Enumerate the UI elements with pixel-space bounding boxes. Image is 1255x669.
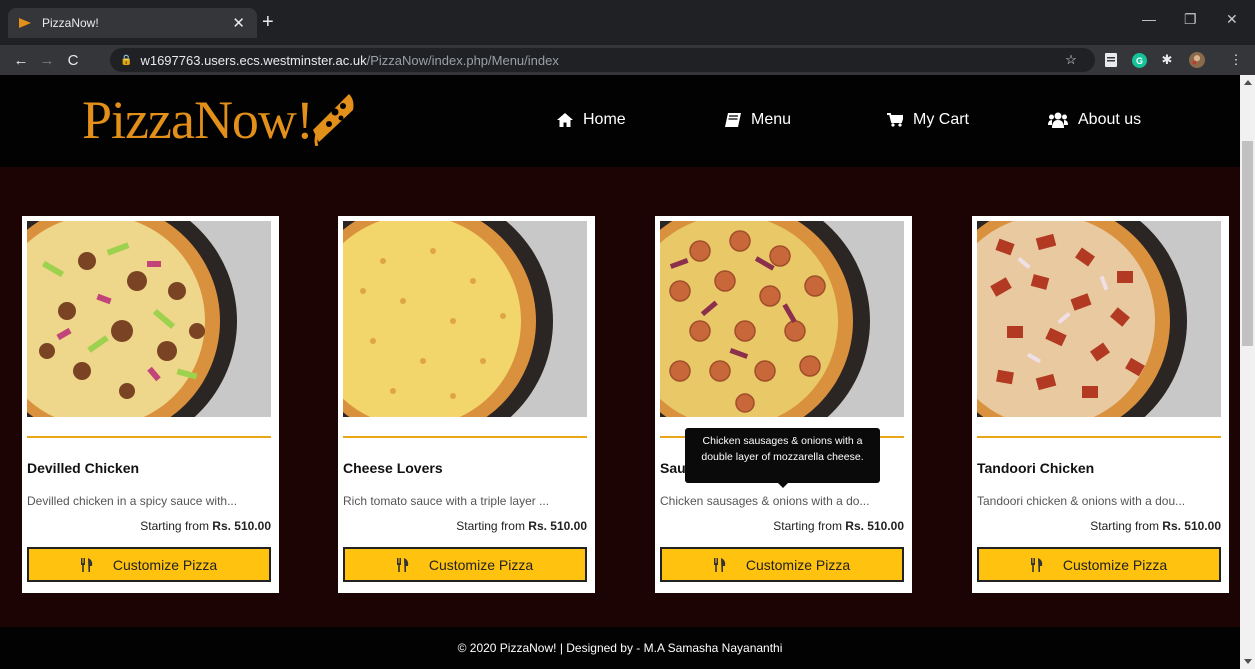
pizza-description: Rich tomato sauce with a triple layer ..… [343, 494, 550, 508]
price-value: Rs. 510.00 [528, 519, 587, 533]
cart-icon [887, 113, 903, 127]
nav-about[interactable]: About us [1048, 111, 1141, 129]
pizza-name: Tandoori Chicken [977, 460, 1095, 476]
close-tab-icon[interactable]: ✕ [232, 14, 245, 32]
cutlery-icon [396, 557, 409, 572]
nav-cart[interactable]: My Cart [887, 111, 969, 129]
cutlery-icon [1030, 557, 1043, 572]
tab-title: PizzaNow! [42, 16, 99, 30]
svg-text:G: G [1135, 56, 1142, 66]
address-bar[interactable]: 🔒 w1697763.users.ecs.westminster.ac.uk/P… [110, 48, 1095, 72]
site-footer: © 2020 PizzaNow! | Designed by - M.A Sam… [0, 627, 1240, 669]
cutlery-icon [80, 557, 93, 572]
tooltip-arrow [778, 483, 788, 488]
pizza-name: Cheese Lovers [343, 460, 443, 476]
users-icon [1048, 112, 1068, 128]
site-logo[interactable]: PizzaNow! [82, 90, 355, 150]
pizza-slice-logo-icon [312, 94, 354, 146]
pizza-price: Starting from Rs. 510.00 [773, 519, 904, 533]
pizza-photo [977, 221, 1221, 417]
minimize-icon[interactable]: — [1142, 11, 1156, 27]
nav-home[interactable]: Home [557, 111, 626, 129]
price-prefix: Starting from [1090, 519, 1163, 533]
cutlery-icon [713, 557, 726, 572]
scroll-up-icon[interactable] [1244, 80, 1252, 85]
pizza-price: Starting from Rs. 510.00 [456, 519, 587, 533]
lock-icon: 🔒 [120, 54, 133, 66]
description-tooltip: Chicken sausages & onions with a double … [685, 428, 880, 483]
nav-menu-label: Menu [751, 111, 792, 128]
profile-avatar-icon[interactable] [1189, 52, 1205, 68]
book-icon [725, 113, 741, 127]
site-header: PizzaNow! Home Menu My Cart About us [0, 75, 1240, 167]
scroll-down-icon[interactable] [1244, 659, 1252, 664]
grammarly-extension-icon[interactable]: G [1131, 52, 1147, 68]
nav-menu[interactable]: Menu [725, 111, 791, 129]
menu-card: Tandoori Chicken Tandoori chicken & onio… [972, 216, 1229, 593]
customize-pizza-button[interactable]: Customize Pizza [660, 547, 904, 582]
back-icon[interactable]: ← [8, 52, 34, 69]
price-value: Rs. 510.00 [845, 519, 904, 533]
reload-icon[interactable]: C [60, 52, 86, 69]
browser-tab-strip: PizzaNow! ✕ + — ❐ ✕ [0, 0, 1255, 45]
nav-cart-label: My Cart [913, 111, 969, 128]
pizza-description: Tandoori chicken & onions with a dou... [977, 494, 1186, 508]
page-scrollbar[interactable] [1240, 75, 1255, 669]
close-window-icon[interactable]: ✕ [1226, 11, 1238, 28]
card-divider [977, 436, 1221, 438]
home-icon [557, 113, 573, 127]
price-value: Rs. 510.00 [1162, 519, 1221, 533]
pizza-favicon-icon [19, 18, 31, 28]
menu-section: Devilled Chicken Devilled chicken in a s… [0, 167, 1240, 627]
customize-pizza-label: Customize Pizza [1062, 556, 1168, 573]
customize-pizza-button[interactable]: Customize Pizza [27, 547, 271, 582]
extensions-puzzle-icon[interactable]: ✱ [1159, 52, 1175, 68]
customize-pizza-button[interactable]: Customize Pizza [977, 547, 1221, 582]
card-divider [343, 436, 587, 438]
customize-pizza-label: Customize Pizza [112, 556, 218, 573]
customize-pizza-label: Customize Pizza [745, 556, 851, 573]
nav-about-label: About us [1078, 111, 1142, 128]
logo-text: PizzaNow! [82, 90, 314, 150]
customize-pizza-button[interactable]: Customize Pizza [343, 547, 587, 582]
browser-tab[interactable]: PizzaNow! ✕ [8, 8, 257, 38]
price-value: Rs. 510.00 [212, 519, 271, 533]
pizza-price: Starting from Rs. 510.00 [1090, 519, 1221, 533]
reader-extension-icon[interactable] [1103, 52, 1119, 68]
url-host: w1697763.users.ecs.westminster.ac.uk [140, 52, 367, 68]
pizza-price: Starting from Rs. 510.00 [140, 519, 271, 533]
pizza-photo [343, 221, 587, 417]
nav-home-label: Home [583, 111, 626, 128]
price-prefix: Starting from [140, 519, 213, 533]
scrollbar-thumb[interactable] [1242, 141, 1253, 346]
menu-card: Devilled Chicken Devilled chicken in a s… [22, 216, 279, 593]
restore-icon[interactable]: ❐ [1184, 11, 1197, 28]
menu-card: Sausage Delight Chicken sausages & onion… [655, 216, 912, 593]
price-prefix: Starting from [773, 519, 846, 533]
pizza-photo [660, 221, 904, 417]
browser-menu-icon[interactable]: ⋮ [1228, 52, 1244, 68]
menu-card: Cheese Lovers Rich tomato sauce with a t… [338, 216, 595, 593]
url-path: /PizzaNow/index.php/Menu/index [366, 52, 559, 68]
card-divider [27, 436, 271, 438]
price-prefix: Starting from [456, 519, 529, 533]
new-tab-icon[interactable]: + [262, 11, 274, 33]
pizza-name: Devilled Chicken [27, 460, 140, 476]
pizza-description: Devilled chicken in a spicy sauce with..… [27, 494, 238, 508]
pizza-photo [27, 221, 271, 417]
forward-icon[interactable]: → [34, 52, 60, 69]
bookmark-star-icon[interactable]: ☆ [1063, 52, 1079, 68]
customize-pizza-label: Customize Pizza [428, 556, 534, 573]
pizza-description: Chicken sausages & onions with a do... [660, 494, 870, 508]
